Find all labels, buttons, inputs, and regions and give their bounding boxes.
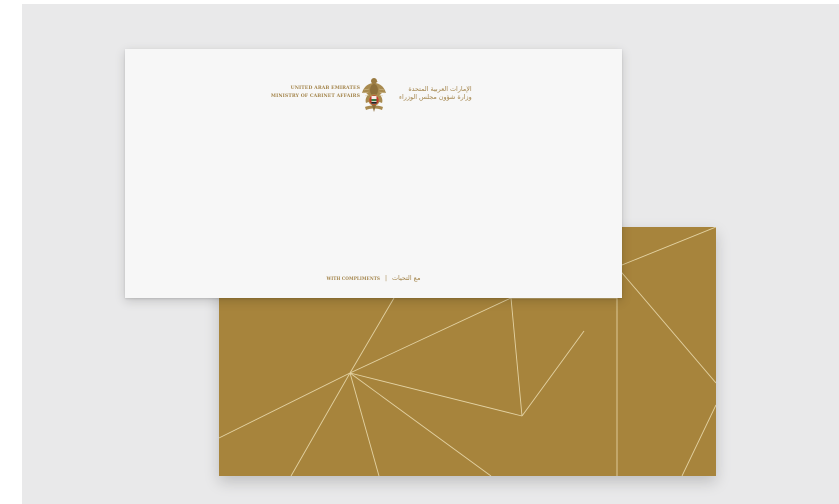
pattern-line xyxy=(349,297,395,374)
pattern-line xyxy=(349,372,380,476)
compliments-line: WITH COMPLIMENTS | مع التحيات xyxy=(125,267,622,285)
english-country-name: UNITED ARAB EMIRATES xyxy=(290,86,360,91)
pattern-line xyxy=(349,372,492,476)
pattern-line xyxy=(616,266,716,384)
product-mockup-scene: UNITED ARAB EMIRATES MINISTRY OF CABINET… xyxy=(0,0,839,504)
pattern-line xyxy=(681,404,716,476)
pattern-line xyxy=(349,297,512,374)
compliments-card: UNITED ARAB EMIRATES MINISTRY OF CABINET… xyxy=(125,49,622,298)
pattern-line xyxy=(290,372,351,476)
letterhead: UNITED ARAB EMIRATES MINISTRY OF CABINET… xyxy=(125,76,622,116)
english-letterhead: UNITED ARAB EMIRATES MINISTRY OF CABINET… xyxy=(271,85,360,101)
pattern-line xyxy=(219,372,351,439)
pattern-line xyxy=(616,227,716,268)
pattern-line xyxy=(521,330,585,417)
with-compliments-english: WITH COMPLIMENTS xyxy=(326,276,380,281)
arabic-ministry-name: وزارة شؤون مجلس الوزراء xyxy=(399,93,472,101)
compliments-separator: | xyxy=(384,275,387,282)
english-ministry-name: MINISTRY OF CABINET AFFAIRS xyxy=(270,94,360,99)
arabic-letterhead: الإمارات العربية المتحدة وزارة شؤون مجلس… xyxy=(399,85,472,101)
arabic-country-name: الإمارات العربية المتحدة xyxy=(408,85,472,93)
pattern-line xyxy=(510,297,523,417)
uae-falcon-emblem-icon xyxy=(362,78,386,112)
with-compliments-arabic: مع التحيات xyxy=(391,274,421,282)
pattern-line xyxy=(349,372,523,417)
